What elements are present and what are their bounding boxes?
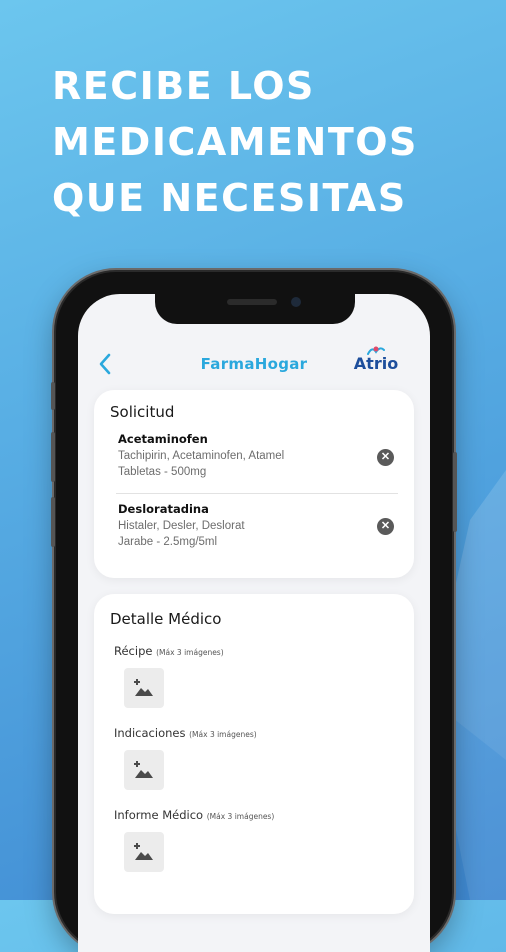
app-header: FarmaHogar Atrio — [78, 342, 430, 388]
medication-brands: Histaler, Desler, Deslorat — [118, 520, 245, 532]
atrio-logo: Atrio — [348, 344, 404, 384]
solicitud-title: Solicitud — [110, 403, 175, 421]
phone-side-button — [51, 382, 55, 410]
medication-brands: Tachipirin, Acetaminofen, Atamel — [118, 450, 285, 462]
detalle-medico-card: Detalle Médico Récipe (Máx 3 imágenes) I… — [94, 594, 414, 914]
logo-mark-icon — [367, 346, 385, 355]
detalle-title: Detalle Médico — [110, 610, 222, 628]
medication-name: Desloratadina — [118, 502, 209, 516]
medication-presentation: Jarabe - 2.5mg/5ml — [118, 536, 218, 548]
medication-item: Desloratadina Histaler, Desler, Deslorat… — [118, 502, 398, 548]
speaker — [227, 299, 277, 305]
field-label-text: Informe Médico — [114, 808, 204, 822]
camera — [291, 297, 301, 307]
informe-medico-upload-button[interactable] — [124, 832, 164, 872]
field-label-text: Récipe — [114, 644, 153, 658]
phone-side-button — [51, 497, 55, 547]
field-hint: (Máx 3 imágenes) — [189, 730, 257, 739]
logo-text: Atrio — [353, 354, 399, 373]
medication-presentation: Tabletas - 500mg — [118, 466, 207, 478]
add-image-icon — [134, 761, 153, 778]
indicaciones-upload-button[interactable] — [124, 750, 164, 790]
headline-line-1: RECIBE LOS — [52, 64, 315, 108]
field-hint: (Máx 3 imágenes) — [156, 648, 224, 657]
recipe-upload-button[interactable] — [124, 668, 164, 708]
close-circle-icon: ✕ — [380, 451, 391, 463]
divider — [116, 493, 398, 494]
phone-frame: FarmaHogar Atrio Solicitud Acetaminofen … — [51, 272, 457, 952]
informe-medico-label: Informe Médico (Máx 3 imágenes) — [114, 808, 274, 822]
phone-screen: FarmaHogar Atrio Solicitud Acetaminofen … — [78, 294, 430, 952]
field-label-text: Indicaciones — [114, 726, 186, 740]
field-hint: (Máx 3 imágenes) — [206, 812, 275, 821]
close-circle-icon: ✕ — [380, 520, 391, 532]
phone-side-button — [453, 452, 457, 532]
add-image-icon — [134, 843, 153, 860]
notch — [155, 294, 355, 324]
headline-line-3: QUE NECESITAS — [52, 176, 407, 220]
remove-medication-button[interactable]: ✕ — [377, 449, 394, 466]
remove-medication-button[interactable]: ✕ — [377, 518, 394, 535]
recipe-label: Récipe (Máx 3 imágenes) — [114, 644, 224, 658]
headline-line-2: MEDICAMENTOS — [52, 120, 418, 164]
solicitud-card: Solicitud Acetaminofen Tachipirin, Aceta… — [94, 390, 414, 578]
phone-side-button — [51, 432, 55, 482]
headline: RECIBE LOS MEDICAMENTOS QUE NECESITAS — [52, 58, 418, 226]
add-image-icon — [134, 679, 153, 696]
medication-name: Acetaminofen — [118, 432, 208, 446]
indicaciones-label: Indicaciones (Máx 3 imágenes) — [114, 726, 257, 740]
medication-item: Acetaminofen Tachipirin, Acetaminofen, A… — [118, 432, 398, 478]
